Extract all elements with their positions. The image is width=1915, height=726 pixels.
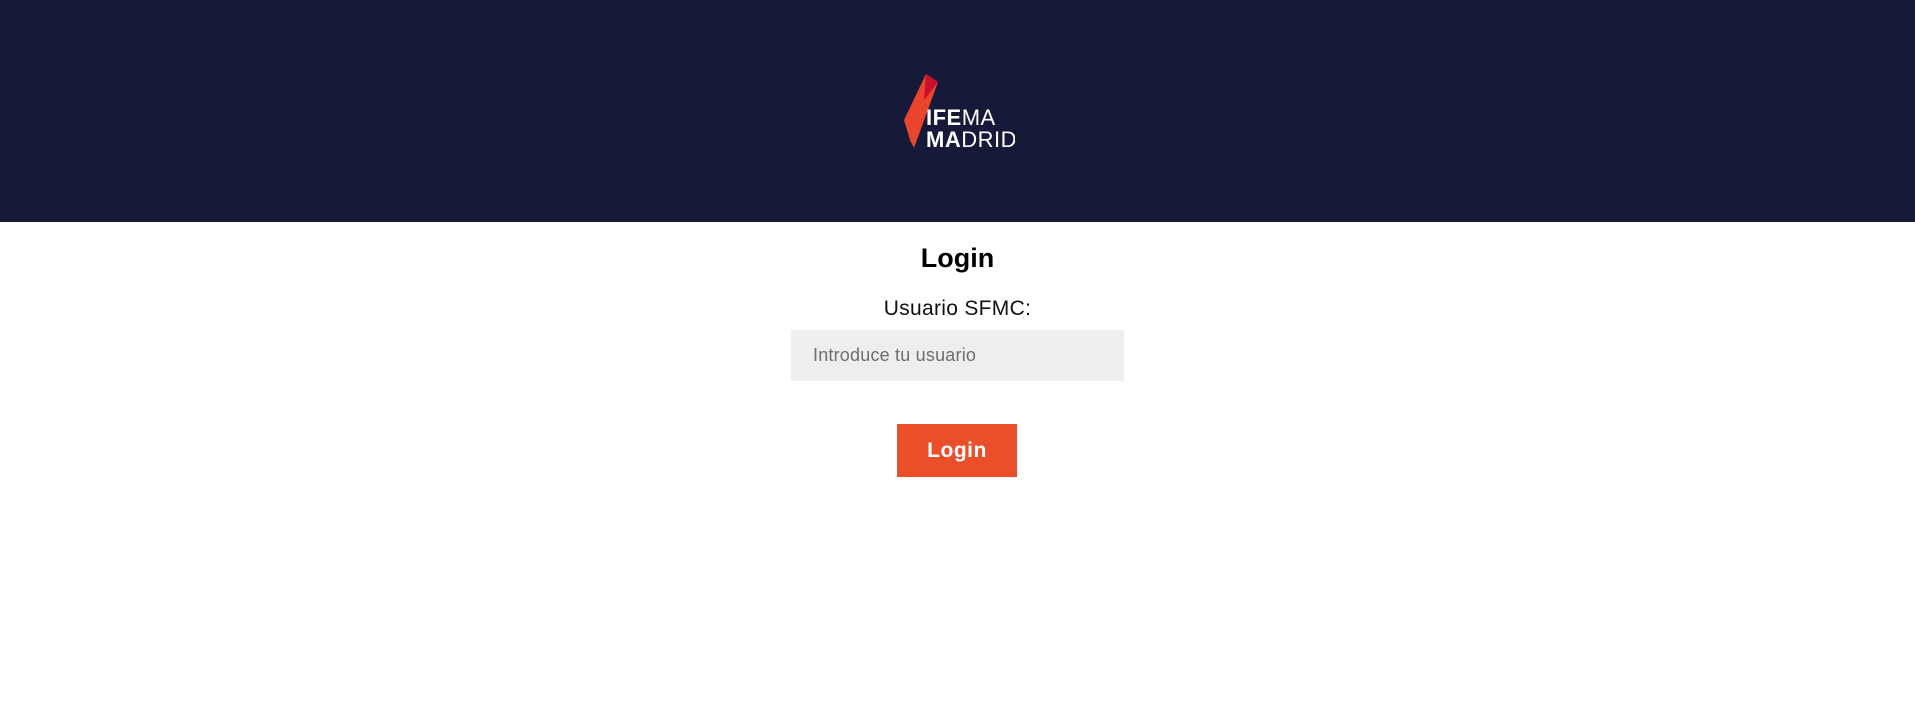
page-title: Login <box>920 243 995 273</box>
ifema-flame-logo-icon: IFEMA MADRID <box>904 74 1015 152</box>
login-button[interactable]: Login <box>897 424 1017 477</box>
username-label: Usuario SFMC: <box>883 297 1032 320</box>
logo-line2-bold: MA <box>926 127 961 152</box>
ifema-madrid-logo: IFEMA MADRID <box>900 72 1015 152</box>
logo-line2-light: DRID <box>961 127 1015 152</box>
header-bar: IFEMA MADRID <box>0 0 1915 222</box>
username-input[interactable] <box>791 330 1124 381</box>
svg-text:MADRID: MADRID <box>926 127 1015 152</box>
